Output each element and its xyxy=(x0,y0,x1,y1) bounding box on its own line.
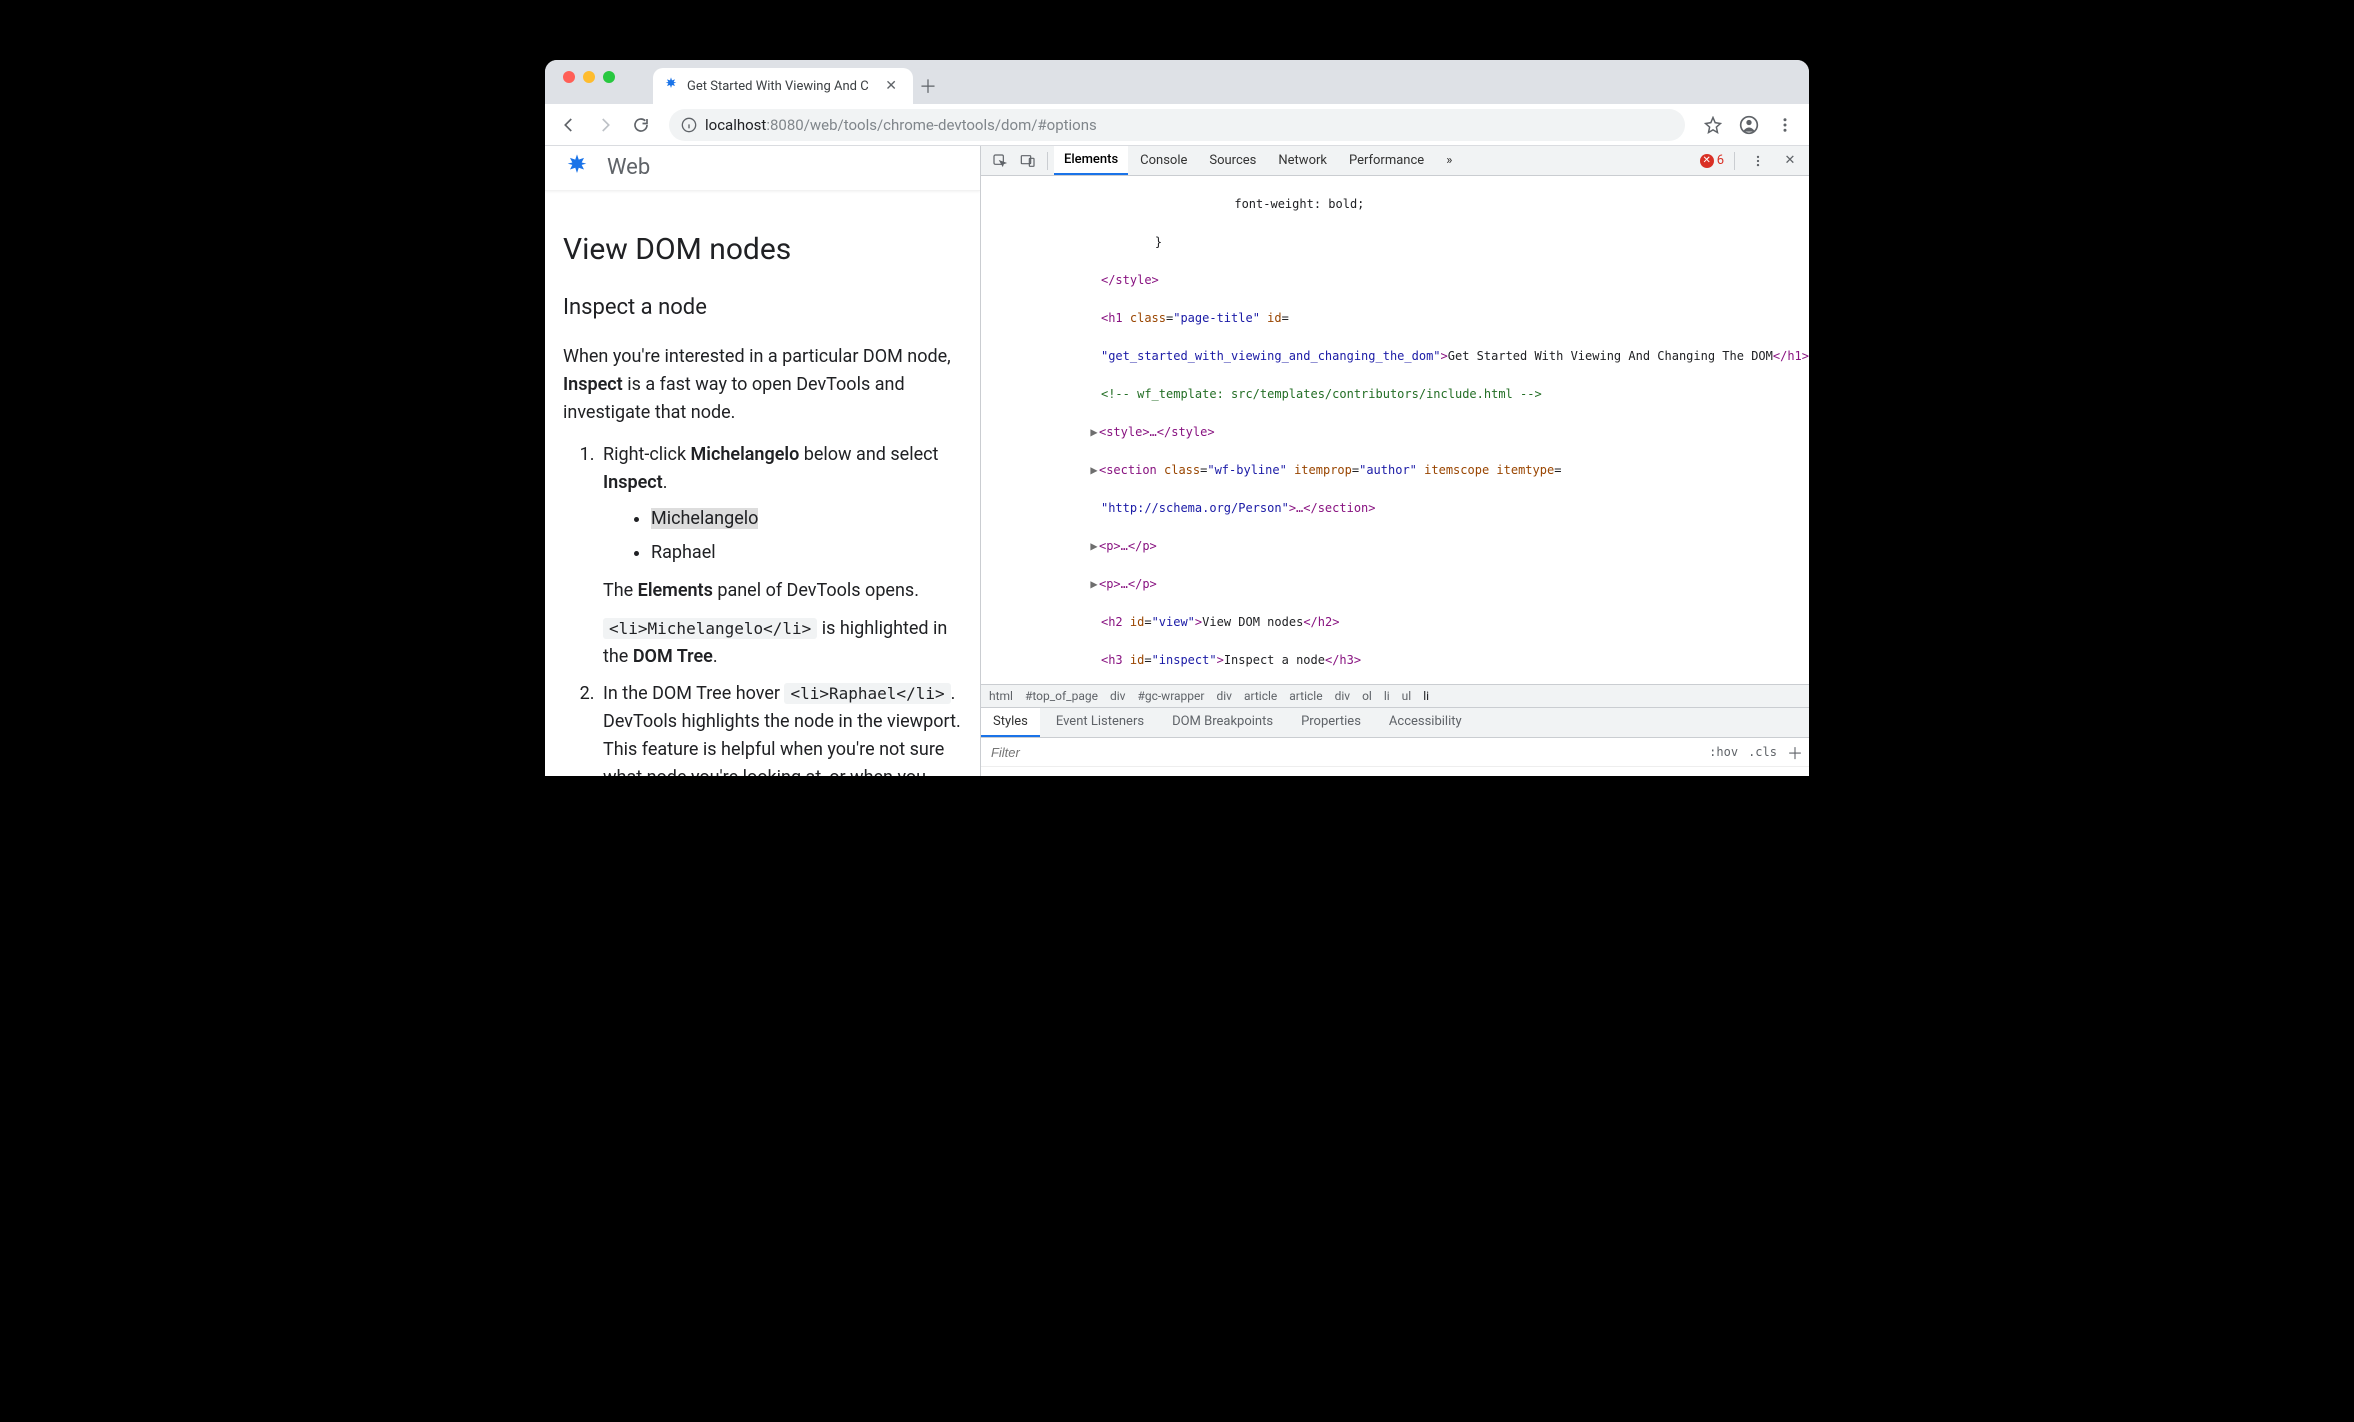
styles-filter-input[interactable] xyxy=(987,741,1247,764)
crumb-item[interactable]: li xyxy=(1423,689,1429,703)
crumb-item[interactable]: div xyxy=(1216,689,1232,703)
forward-button[interactable] xyxy=(589,109,621,141)
page-header: Web xyxy=(545,146,980,191)
tab-sources[interactable]: Sources xyxy=(1199,146,1266,175)
page-body: View DOM nodes Inspect a node When you'r… xyxy=(545,191,980,776)
crumb-item[interactable]: article xyxy=(1244,689,1277,703)
styles-body xyxy=(981,766,1809,776)
new-tab-button[interactable]: ＋ xyxy=(913,68,943,104)
step-item: In the DOM Tree hover <li>Raphael</li>. … xyxy=(599,680,962,776)
tab-title: Get Started With Viewing And C xyxy=(687,79,871,94)
expand-toggle-icon[interactable]: ▶ xyxy=(1089,537,1099,556)
tree-node[interactable]: ▶<section class="wf-byline" itemprop="au… xyxy=(981,461,1809,480)
tree-node[interactable]: <!-- wf_template: src/templates/contribu… xyxy=(981,385,1809,404)
tab-console[interactable]: Console xyxy=(1130,146,1197,175)
menu-button[interactable] xyxy=(1769,109,1801,141)
crumb-item[interactable]: #gc-wrapper xyxy=(1137,689,1204,703)
tab-properties[interactable]: Properties xyxy=(1289,708,1373,737)
devtools-tabbar: Elements Console Sources Network Perform… xyxy=(981,146,1809,176)
crumb-item[interactable]: li xyxy=(1384,689,1390,703)
step-item: Right-click Michelangelo below and selec… xyxy=(599,441,962,670)
tree-node[interactable]: <h3 id="inspect">Inspect a node</h3> xyxy=(981,651,1809,670)
titlebar: Get Started With Viewing And C ✕ ＋ xyxy=(545,60,1809,104)
expand-toggle-icon[interactable]: ▶ xyxy=(1089,575,1099,594)
crumb-item[interactable]: ul xyxy=(1402,689,1412,703)
crumb-item[interactable]: div xyxy=(1110,689,1126,703)
toolbar: localhost:8080/web/tools/chrome-devtools… xyxy=(545,104,1809,146)
site-logo-icon xyxy=(563,152,591,184)
expand-toggle-icon[interactable]: ▶ xyxy=(1089,423,1099,442)
browser-window: Get Started With Viewing And C ✕ ＋ local… xyxy=(545,60,1809,776)
minimize-window-button[interactable] xyxy=(583,71,595,83)
breadcrumb: html #top_of_page div #gc-wrapper div ar… xyxy=(981,684,1809,707)
tree-node[interactable]: ▶<style>…</style> xyxy=(981,423,1809,442)
back-button[interactable] xyxy=(553,109,585,141)
tree-node[interactable]: ▶<p>…</p> xyxy=(981,537,1809,556)
heading-h3: Inspect a node xyxy=(563,291,962,325)
url-text: localhost:8080/web/tools/chrome-devtools… xyxy=(705,116,1097,134)
tab-event-listeners[interactable]: Event Listeners xyxy=(1044,708,1156,737)
list-item[interactable]: Raphael xyxy=(651,539,962,567)
steps-list: Right-click Michelangelo below and selec… xyxy=(563,441,962,776)
tree-node[interactable]: <h2 id="view">View DOM nodes</h2> xyxy=(981,613,1809,632)
styles-tabbar: Styles Event Listeners DOM Breakpoints P… xyxy=(981,707,1809,737)
tab-network[interactable]: Network xyxy=(1268,146,1337,175)
cls-toggle[interactable]: .cls xyxy=(1748,745,1777,759)
site-info-icon[interactable] xyxy=(681,117,697,133)
crumb-item[interactable]: html xyxy=(989,689,1013,703)
crumb-item[interactable]: article xyxy=(1289,689,1322,703)
address-bar[interactable]: localhost:8080/web/tools/chrome-devtools… xyxy=(669,109,1685,141)
page-viewport: Web View DOM nodes Inspect a node When y… xyxy=(545,146,980,776)
tab-performance[interactable]: Performance xyxy=(1339,146,1434,175)
window-controls xyxy=(555,60,623,104)
expand-toggle-icon[interactable]: ▶ xyxy=(1089,461,1099,480)
bookmark-button[interactable] xyxy=(1697,109,1729,141)
tree-node[interactable]: <h1 class="page-title" id= xyxy=(981,309,1809,328)
list-item[interactable]: Michelangelo xyxy=(651,505,962,533)
hov-toggle[interactable]: :hov xyxy=(1709,745,1738,759)
crumb-item[interactable]: div xyxy=(1335,689,1351,703)
tree-node[interactable]: </style> xyxy=(981,271,1809,290)
close-window-button[interactable] xyxy=(563,71,575,83)
tab-close-icon[interactable]: ✕ xyxy=(879,76,903,96)
error-count[interactable]: ✕6 xyxy=(1700,153,1724,168)
crumb-item[interactable]: #top_of_page xyxy=(1025,689,1098,703)
maximize-window-button[interactable] xyxy=(603,71,615,83)
browser-tab[interactable]: Get Started With Viewing And C ✕ xyxy=(653,68,913,104)
elements-tree[interactable]: font-weight: bold; } </style> <h1 class=… xyxy=(981,176,1809,684)
tree-node[interactable]: "get_started_with_viewing_and_changing_t… xyxy=(981,347,1809,366)
heading-h2: View DOM nodes xyxy=(563,227,962,274)
tab-elements[interactable]: Elements xyxy=(1054,146,1128,175)
inspect-element-button[interactable] xyxy=(987,148,1013,174)
content-area: Web View DOM nodes Inspect a node When y… xyxy=(545,146,1809,776)
devtools-close-button[interactable]: ✕ xyxy=(1777,148,1803,174)
new-style-rule-button[interactable]: ＋ xyxy=(1787,740,1803,764)
code-line: } xyxy=(981,233,1809,252)
intro-paragraph: When you're interested in a particular D… xyxy=(563,343,962,427)
inline-code: <li>Raphael</li> xyxy=(784,683,950,704)
reload-button[interactable] xyxy=(625,109,657,141)
favicon-icon xyxy=(663,76,679,96)
tab-styles[interactable]: Styles xyxy=(981,708,1040,737)
inline-code: <li>Michelangelo</li> xyxy=(603,618,817,639)
tab-dom-breakpoints[interactable]: DOM Breakpoints xyxy=(1160,708,1285,737)
device-toolbar-button[interactable] xyxy=(1015,148,1041,174)
styles-toolbar: :hov .cls ＋ xyxy=(981,737,1809,766)
code-line: font-weight: bold; xyxy=(981,195,1809,214)
crumb-item[interactable]: ol xyxy=(1362,689,1372,703)
devtools-menu-button[interactable] xyxy=(1745,148,1771,174)
tab-more[interactable]: » xyxy=(1436,146,1462,175)
tree-node[interactable]: ▶<p>…</p> xyxy=(981,575,1809,594)
site-name: Web xyxy=(607,155,650,180)
devtools-panel: Elements Console Sources Network Perform… xyxy=(980,146,1809,776)
tab-accessibility[interactable]: Accessibility xyxy=(1377,708,1474,737)
profile-button[interactable] xyxy=(1733,109,1765,141)
tree-node[interactable]: "http://schema.org/Person">…</section> xyxy=(981,499,1809,518)
